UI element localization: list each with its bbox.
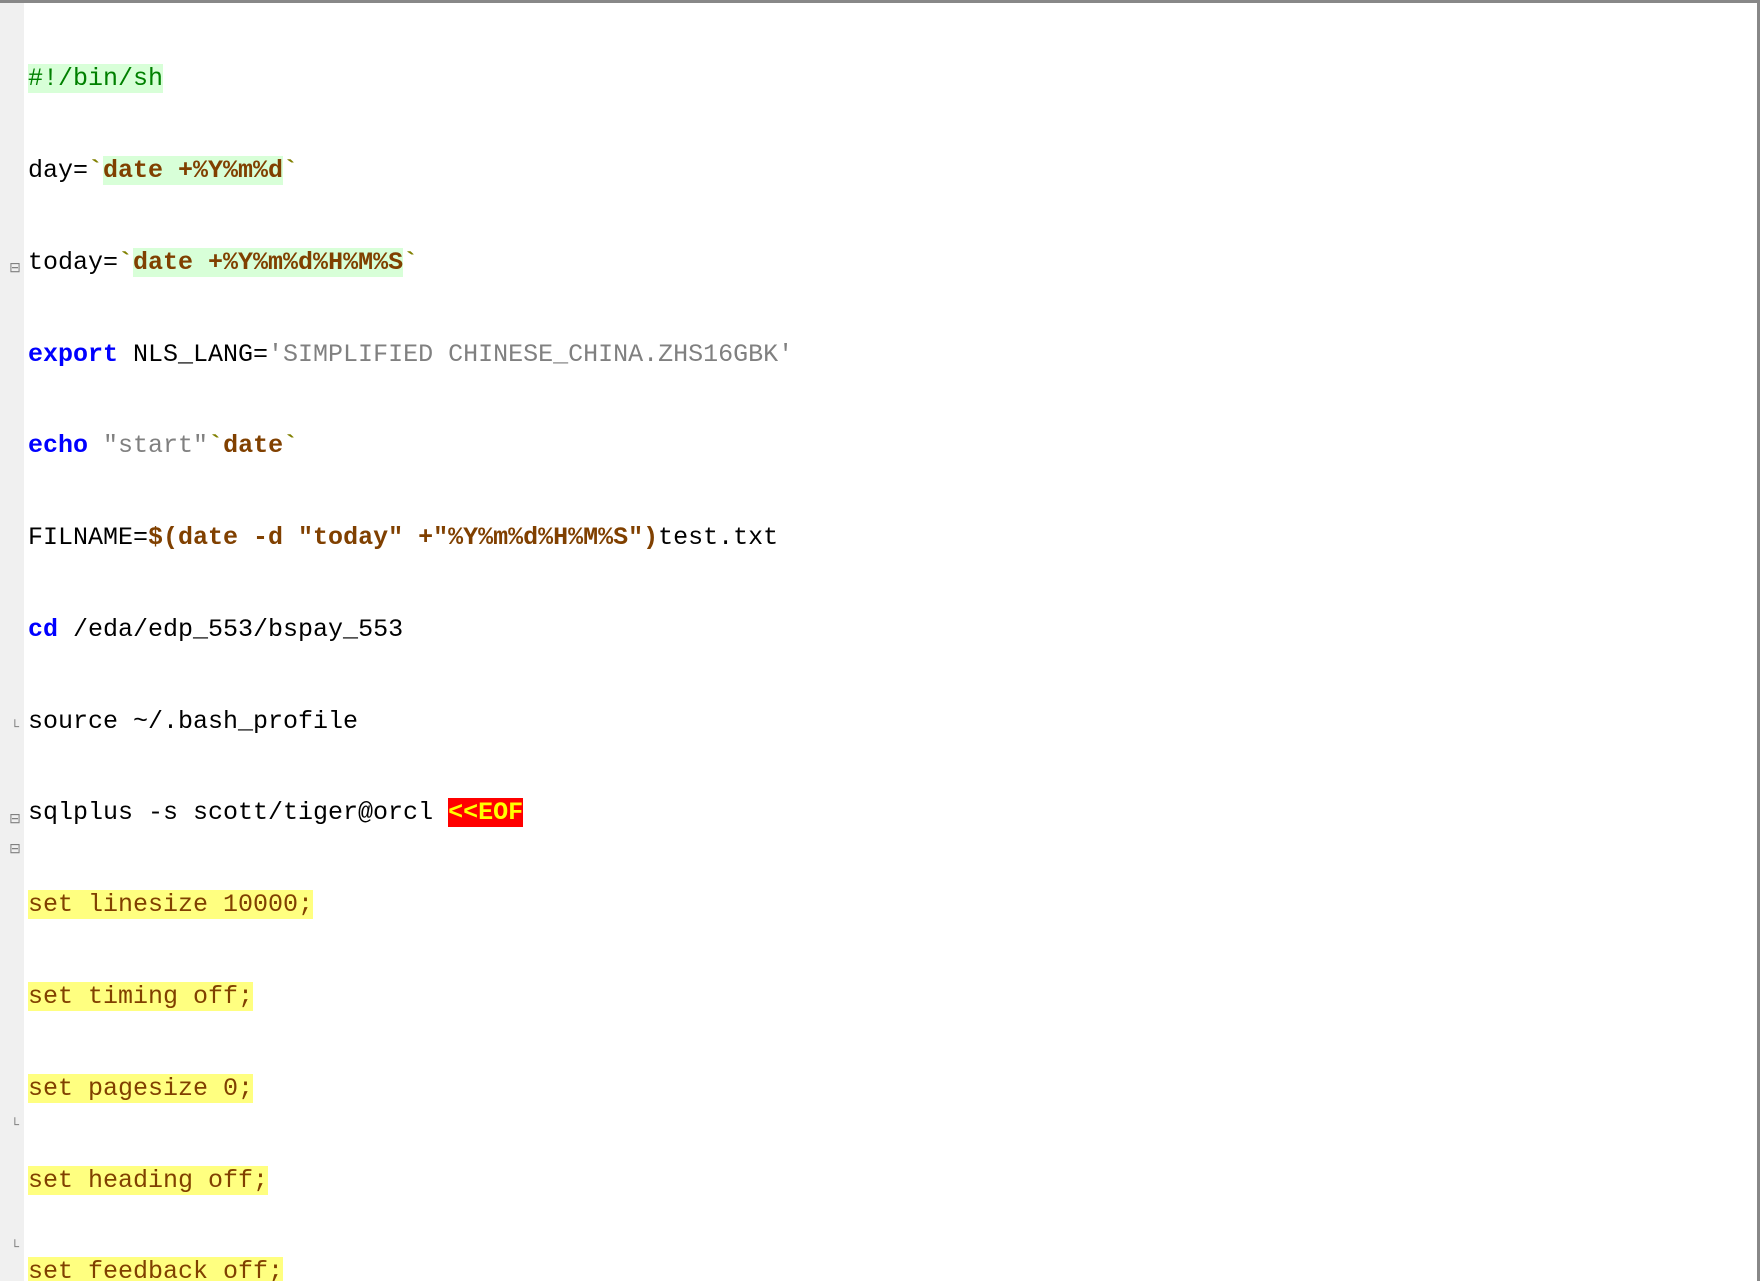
code-line: source ~/.bash_profile [28, 707, 1757, 738]
code-line: set timing off; [28, 982, 1757, 1013]
code-line: set heading off; [28, 1166, 1757, 1197]
code-line: set feedback off; [28, 1257, 1757, 1281]
fold-marker[interactable]: ⊟ [8, 805, 22, 836]
code-line: today=`date +%Y%m%d%H%M%S` [28, 248, 1757, 279]
fold-marker[interactable]: └ [8, 713, 22, 744]
fold-marker[interactable]: └ [8, 1233, 22, 1264]
code-area[interactable]: #!/bin/sh day=`date +%Y%m%d` today=`date… [24, 3, 1757, 1281]
code-line: export NLS_LANG='SIMPLIFIED CHINESE_CHIN… [28, 340, 1757, 371]
fold-marker[interactable]: ⊟ [8, 254, 22, 285]
fold-marker[interactable]: ⊟ [8, 835, 22, 866]
fold-gutter: ⊟└⊟⊟└└ [0, 3, 24, 1281]
code-line: day=`date +%Y%m%d` [28, 156, 1757, 187]
code-line: sqlplus -s scott/tiger@orcl <<EOF [28, 798, 1757, 829]
code-line: #!/bin/sh [28, 64, 1757, 95]
fold-marker[interactable]: └ [8, 1111, 22, 1142]
code-line: set pagesize 0; [28, 1074, 1757, 1105]
code-editor[interactable]: ⊟└⊟⊟└└ #!/bin/sh day=`date +%Y%m%d` toda… [0, 0, 1760, 1281]
code-line: echo "start"`date` [28, 431, 1757, 462]
code-line: FILNAME=$(date -d "today" +"%Y%m%d%H%M%S… [28, 523, 1757, 554]
code-line: cd /eda/edp_553/bspay_553 [28, 615, 1757, 646]
code-line: set linesize 10000; [28, 890, 1757, 921]
